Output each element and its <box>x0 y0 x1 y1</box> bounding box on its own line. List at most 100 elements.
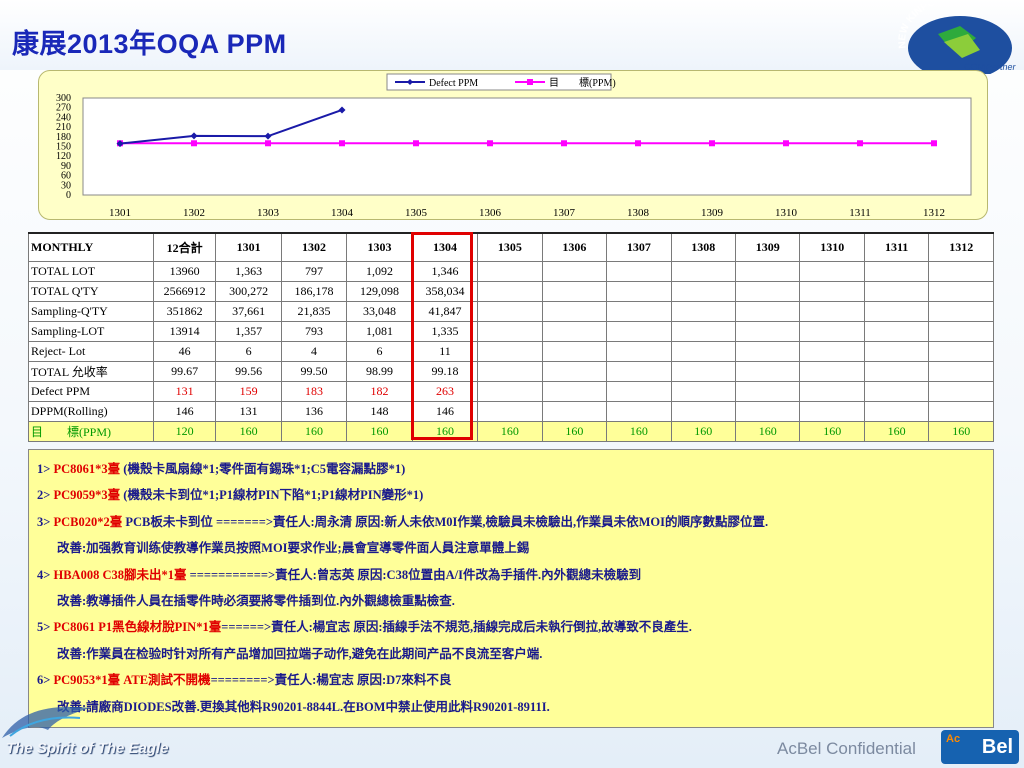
table-cell: 1,081 <box>346 321 413 342</box>
table-cell <box>735 301 801 322</box>
table-cell: 99.67 <box>152 361 217 382</box>
x-tick-label: 1309 <box>701 207 724 219</box>
table-cell <box>735 261 801 282</box>
row-label: Sampling-Q'TY <box>28 301 154 322</box>
table-cell: 131 <box>215 401 282 422</box>
table-cell: 136 <box>280 401 348 422</box>
logo-side-text-2: Partner <box>986 62 1017 72</box>
data-point <box>413 140 419 147</box>
table-cell: 129,098 <box>346 281 413 302</box>
table-cell: 13914 <box>152 321 217 342</box>
note-rest: (機殼未卡到位*1;P1線材PIN下陷*1;P1線材PIN變形*1) <box>120 488 424 503</box>
y-tick-label: 0 <box>66 190 71 201</box>
legend-swatch-marker <box>527 79 533 85</box>
table-cell <box>670 261 737 282</box>
table-cell <box>799 341 865 362</box>
note-red: PC9053*1臺 ATE測試不開機 <box>53 673 211 688</box>
table-cell: 146 <box>152 401 217 422</box>
x-tick-label: 1310 <box>775 207 798 219</box>
note-rest: PCB板未卡到位 =======>責任人:周永清 原因:新人未依M0I作業,檢驗… <box>122 514 769 529</box>
table-cell <box>863 361 930 382</box>
table-cell <box>928 381 994 402</box>
header-9: 1308 <box>670 232 737 262</box>
table-cell <box>606 361 672 382</box>
note-line: 4> HBA008 C38腳未出*1臺 ===========>責任人:曾志英 … <box>37 562 993 588</box>
table-cell: 797 <box>280 261 348 282</box>
table-cell <box>606 401 672 422</box>
table-header-row: MONTHLY 12合計 1301 1302 1303 1304 1305 1306 1307 1… <box>28 232 994 262</box>
row-label: TOTAL 允收率 <box>28 361 154 382</box>
note-rest: (機殼卡風扇線*1;零件面有錫珠*1;C5電容漏點膠*1) <box>120 462 406 476</box>
note-line: 3> PCB020*2臺 PCB板未卡到位 =======>責任人:周永清 原因… <box>37 509 993 535</box>
table-row: 目 標(PPM) 120 160 160 160 160 160 160 160 160 160 16… <box>28 421 994 442</box>
table-cell <box>735 401 801 422</box>
header-1: 12合計 <box>152 232 217 262</box>
header-6: 1305 <box>477 232 543 262</box>
table-row: Sampling-Q'TY 351862 37,661 21,835 33,048 41,… <box>28 301 994 322</box>
table-cell <box>541 261 608 282</box>
x-tick-label: 1302 <box>183 207 205 219</box>
note-prefix: 2> <box>37 488 54 503</box>
table-cell: 120 <box>152 421 217 442</box>
table-cell: 6 <box>215 341 282 362</box>
header-12: 1311 <box>863 232 930 262</box>
note-line: 改善:加强教育训练使教導作業员按照MOI要求作业;晨會宣導零件面人員注意單體上錫 <box>57 541 530 556</box>
table-cell <box>735 361 801 382</box>
table-cell <box>477 361 543 382</box>
x-tick-label: 1307 <box>553 207 576 219</box>
table-cell <box>477 381 543 402</box>
table-cell <box>541 281 608 302</box>
table-cell <box>799 321 865 342</box>
notes-panel: 1> PC8061*3臺 (機殼卡風扇線*1;零件面有錫珠*1;C5電容漏點膠*… <box>28 449 994 728</box>
legend-label: Defect PPM <box>429 78 478 89</box>
table-cell <box>735 321 801 342</box>
data-point <box>931 140 937 147</box>
data-point <box>487 140 493 147</box>
table-cell: 160 <box>670 421 737 442</box>
table-cell <box>477 281 543 302</box>
table-cell <box>670 321 737 342</box>
table-cell <box>541 361 608 382</box>
table-cell <box>606 301 672 322</box>
header-3: 1302 <box>280 232 348 262</box>
table-row: Sampling-LOT 13914 1,357 793 1,081 1,335 <box>28 321 994 342</box>
table-cell <box>477 341 543 362</box>
x-tick-label: 1301 <box>109 207 131 219</box>
table-cell: 159 <box>215 381 282 402</box>
data-point <box>339 140 345 147</box>
table-cell <box>928 281 994 302</box>
row-label: Reject- Lot <box>28 341 154 362</box>
x-tick-label: 1312 <box>923 207 945 219</box>
note-prefix: 3> <box>37 514 54 529</box>
table-cell: 160 <box>477 421 543 442</box>
row-label: TOTAL LOT <box>28 261 154 282</box>
header-13: 1312 <box>928 232 994 262</box>
table-cell <box>606 261 672 282</box>
table-cell: 160 <box>735 421 801 442</box>
table-cell <box>606 281 672 302</box>
note-line: 改善:教導插件人員在插零件時必須要將零件插到位.內外觀總檢重點檢查. <box>57 593 455 608</box>
table-cell <box>928 361 994 382</box>
table-cell: 99.18 <box>411 361 479 382</box>
table-cell: 146 <box>411 401 479 422</box>
table-cell <box>863 341 930 362</box>
table-cell: 160 <box>606 421 672 442</box>
table-cell: 160 <box>215 421 282 442</box>
note-red: PC8061*3臺 <box>53 462 121 476</box>
note-prefix: 5> <box>37 620 54 635</box>
header-monthly: MONTHLY <box>28 232 154 262</box>
table-cell <box>799 361 865 382</box>
table-cell <box>799 301 865 322</box>
data-point <box>635 140 641 147</box>
table-row: TOTAL 允收率 99.67 99.56 99.50 98.99 99.18 <box>28 361 994 382</box>
table-cell: 4 <box>280 341 348 362</box>
data-point <box>783 140 789 147</box>
table-cell <box>477 401 543 422</box>
note-line: 改善:作業員在检验时针对所有产品增加回拉端子动作,避免在此期间产品不良流至客户端… <box>57 646 543 661</box>
table-cell <box>799 381 865 402</box>
table-cell: 99.50 <box>280 361 348 382</box>
table-row: Defect PPM 131 159 183 182 263 <box>28 381 994 402</box>
table-cell: 160 <box>863 421 930 442</box>
header-8: 1307 <box>606 232 672 262</box>
data-table-wrap: MONTHLY 12合計 1301 1302 1303 1304 1305 1306 1307 1… <box>28 232 994 442</box>
